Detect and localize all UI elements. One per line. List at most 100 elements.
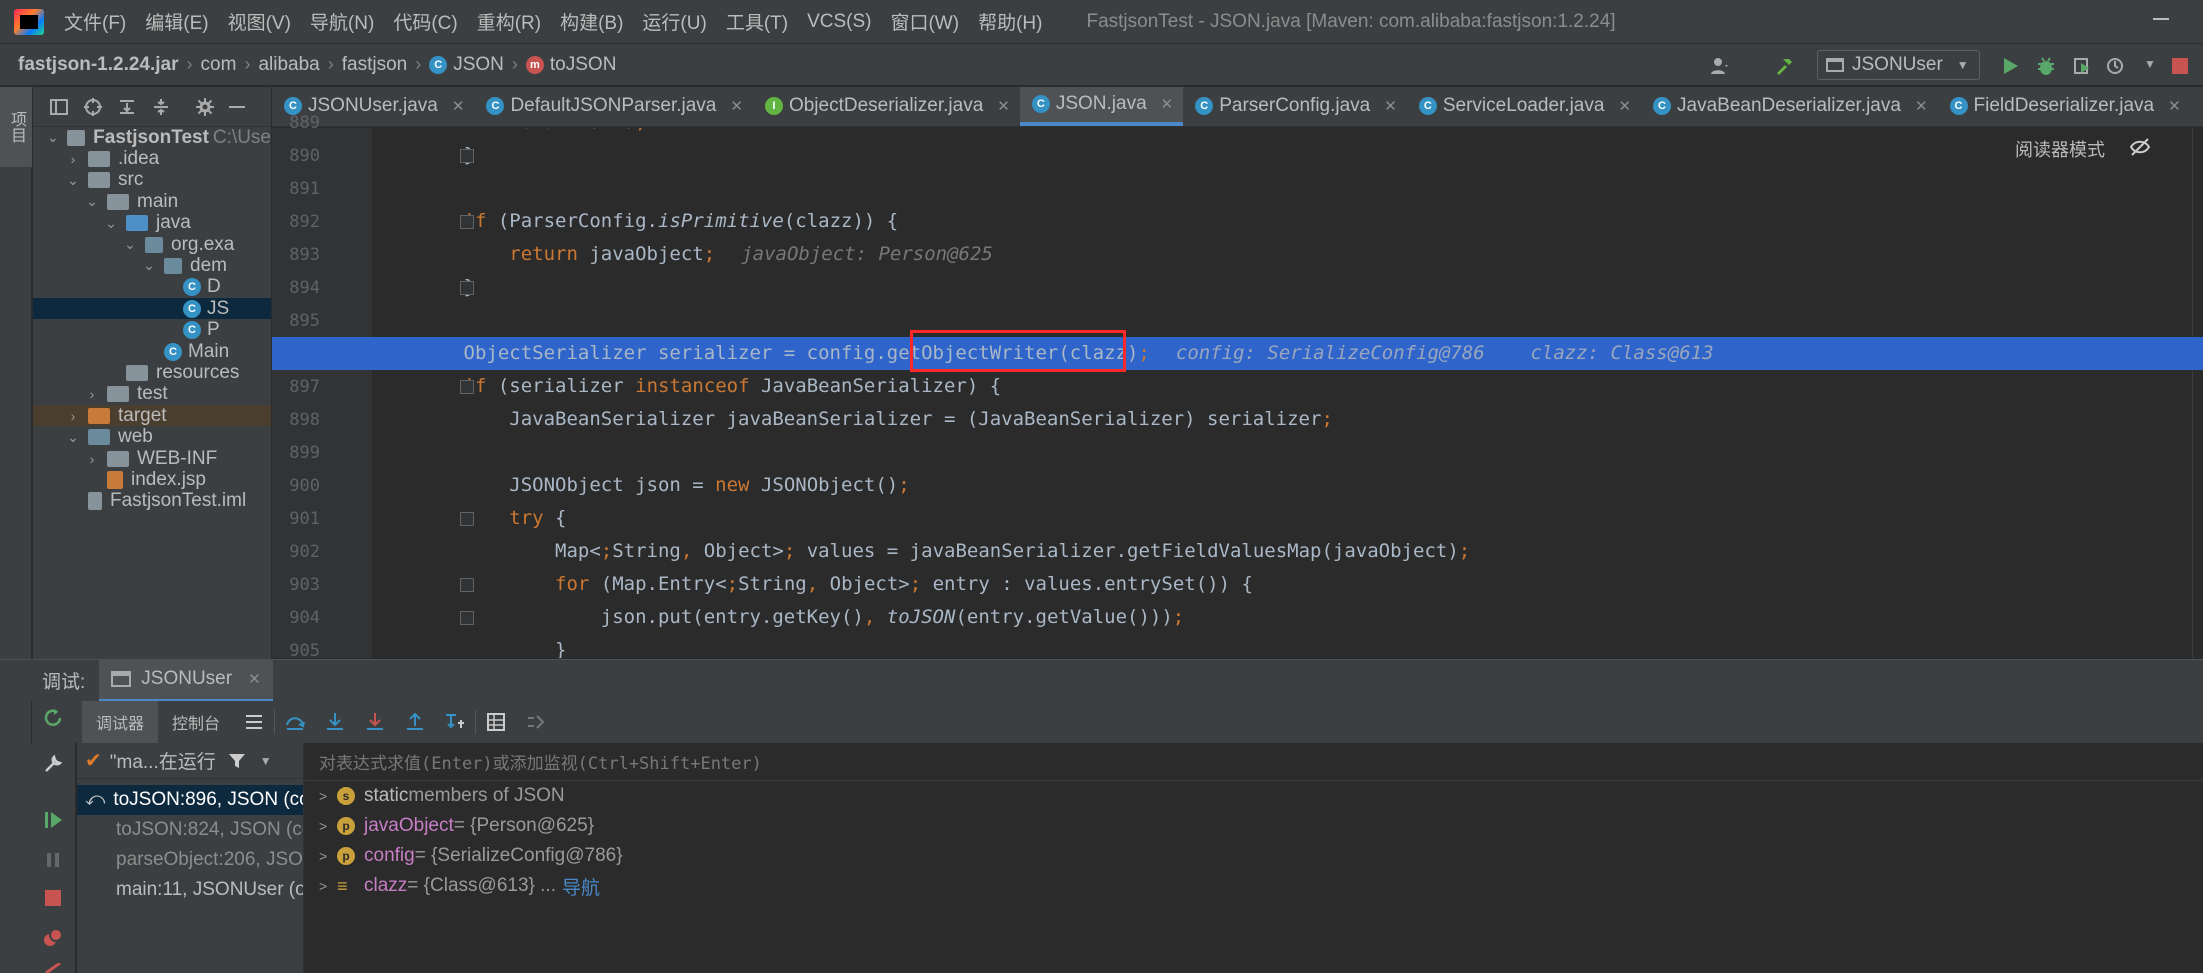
view-breakpoints-icon[interactable] xyxy=(42,927,64,949)
chevron-right-icon[interactable]: › xyxy=(66,408,80,424)
tab-console[interactable]: 控制台 xyxy=(158,701,234,743)
breadcrumb-jar[interactable]: fastjson-1.2.24.jar xyxy=(18,54,179,76)
tree-item[interactable]: C JS xyxy=(33,298,271,320)
tab-debugger[interactable]: 调试器 xyxy=(82,701,159,743)
chevron-down-icon[interactable]: ⌄ xyxy=(66,172,80,189)
stop-icon[interactable] xyxy=(2172,58,2188,74)
profiler-icon[interactable] xyxy=(2106,56,2126,76)
chevron-down-icon[interactable]: ⌄ xyxy=(47,129,59,146)
stack-frame[interactable]: parseObject:206, JSON xyxy=(77,845,303,875)
variable-row[interactable]: > s static members of JSON xyxy=(305,781,2203,811)
tree-item[interactable]: resources xyxy=(33,362,271,383)
variable-row[interactable]: > ≡ clazz = {Class@613} ... 导航 xyxy=(305,871,2203,901)
force-step-into-icon[interactable] xyxy=(364,711,386,733)
tree-item[interactable]: FastjsonTest.iml xyxy=(33,490,271,512)
minimize-icon[interactable] xyxy=(2153,18,2169,20)
chevron-down-icon[interactable]: ⌄ xyxy=(104,215,118,232)
user-icon[interactable] xyxy=(1710,56,1730,76)
chevron-right-icon[interactable]: > xyxy=(319,878,337,894)
fold-marker-icon[interactable] xyxy=(460,578,474,592)
tab-objectdeserializer[interactable]: I ObjectDeserializer.java ✕ xyxy=(753,87,1020,126)
menu-tools[interactable]: 工具(T) xyxy=(726,8,788,35)
tab-defaultjsonparser[interactable]: C DefaultJSONParser.java ✕ xyxy=(474,87,753,126)
tree-item[interactable]: ⌄ java xyxy=(33,212,271,234)
filter-icon[interactable] xyxy=(228,752,246,770)
code-line[interactable]: return arra; xyxy=(372,128,2203,139)
menu-run[interactable]: 运行(U) xyxy=(642,8,706,35)
code-line[interactable]: ObjectSerializer serializer = config.get… xyxy=(372,337,2203,370)
run-to-cursor-icon[interactable] xyxy=(444,711,466,733)
rerun-icon[interactable] xyxy=(42,707,64,729)
tree-item[interactable]: ⌄ org.exa xyxy=(33,234,271,255)
tab-serviceloader[interactable]: C ServiceLoader.java ✕ xyxy=(1407,87,1641,126)
chevron-down-icon[interactable]: ⌄ xyxy=(66,429,80,446)
stack-frame[interactable]: toJSON:824, JSON (co xyxy=(77,815,303,845)
fold-marker-icon[interactable] xyxy=(460,215,474,229)
close-icon[interactable]: ✕ xyxy=(452,97,465,115)
run-icon[interactable] xyxy=(2000,56,2020,76)
code-line[interactable]: try { xyxy=(372,502,2203,535)
chevron-down-icon[interactable]: ⌄ xyxy=(123,236,137,253)
thread-selector[interactable]: ✔ "ma...在运行 ▼ xyxy=(77,743,303,779)
tab-fielddeserializer[interactable]: C FieldDeserializer.java ✕ xyxy=(1938,87,2191,126)
code-line[interactable]: JavaBeanSerializer javaBeanSerializer = … xyxy=(372,403,2203,436)
tree-item[interactable]: CP xyxy=(33,319,271,341)
step-over-icon[interactable] xyxy=(284,711,306,733)
menu-vcs[interactable]: VCS(S) xyxy=(807,11,871,33)
tree-item[interactable]: › target xyxy=(33,405,271,427)
editor-gutter[interactable]: 8898908918928938948958968978988999009019… xyxy=(272,113,372,661)
fold-marker-icon[interactable] xyxy=(460,512,474,526)
close-icon[interactable]: ✕ xyxy=(730,97,743,115)
evaluate-expression-icon[interactable] xyxy=(485,711,507,733)
breadcrumb-alibaba[interactable]: alibaba xyxy=(258,54,319,76)
tree-item[interactable]: › WEB-INF xyxy=(33,448,271,469)
menu-file[interactable]: 文件(F) xyxy=(64,8,126,35)
code-line[interactable]: } xyxy=(372,634,2203,658)
pause-icon[interactable] xyxy=(42,849,64,871)
menu-code[interactable]: 代码(C) xyxy=(393,8,457,35)
tree-item[interactable]: CD xyxy=(33,276,271,298)
gear-icon[interactable] xyxy=(195,97,215,117)
tree-item[interactable]: ⌄ main xyxy=(33,191,271,212)
code-line[interactable]: if (serializer instanceof JavaBeanSerial… xyxy=(372,370,2203,403)
stop-icon[interactable] xyxy=(45,890,61,906)
collapse-all-icon[interactable] xyxy=(151,97,171,117)
close-icon[interactable]: ✕ xyxy=(1161,95,1174,113)
stack-frame[interactable]: main:11, JSONUser (o xyxy=(77,875,303,905)
step-into-icon[interactable] xyxy=(324,711,346,733)
tree-item[interactable]: index.jsp xyxy=(33,469,271,490)
code-line[interactable]: for (Map.Entry<;String, Object>; entry :… xyxy=(372,568,2203,601)
fold-marker-icon[interactable] xyxy=(460,611,474,625)
code-line[interactable] xyxy=(372,172,2203,205)
tree-item[interactable]: ⌄ web xyxy=(33,426,271,448)
breadcrumb-json-class[interactable]: C JSON xyxy=(429,54,504,76)
run-configuration-select[interactable]: JSONUser ▼ xyxy=(1817,50,1980,80)
tab-javabeandeserializer[interactable]: C JavaBeanDeserializer.java ✕ xyxy=(1641,87,1937,126)
chevron-right-icon[interactable]: > xyxy=(319,788,337,804)
menu-lines-icon[interactable] xyxy=(243,711,265,733)
expand-all-icon[interactable] xyxy=(117,97,137,117)
chevron-right-icon[interactable]: › xyxy=(85,386,99,402)
menu-navigate[interactable]: 导航(N) xyxy=(310,8,374,35)
code-editor[interactable]: 阅读器模式 return arra; } if (ParserConfig.is… xyxy=(372,128,2203,658)
code-line[interactable]: return javaObject; javaObject: Person@625 xyxy=(372,238,2203,271)
code-line[interactable]: JSONObject json = new JSONObject(); xyxy=(372,469,2203,502)
chevron-right-icon[interactable]: > xyxy=(319,818,337,834)
mute-breakpoints-icon[interactable] xyxy=(42,963,64,973)
code-line[interactable]: Map<;String, Object>; values = javaBeanS… xyxy=(372,535,2203,568)
tree-item[interactable]: ⌄ FastjsonTest C:\Use xyxy=(33,127,271,148)
variable-row[interactable]: > p javaObject = {Person@625} xyxy=(305,811,2203,841)
fold-marker-icon[interactable] xyxy=(460,149,474,163)
tree-item[interactable]: ⌄ src xyxy=(33,169,271,191)
breadcrumb-com[interactable]: com xyxy=(201,54,237,76)
code-line[interactable]: json.put(entry.getKey(), toJSON(entry.ge… xyxy=(372,601,2203,634)
wrench-icon[interactable] xyxy=(42,753,64,775)
breadcrumb-fastjson[interactable]: fastjson xyxy=(342,54,407,76)
menu-refactor[interactable]: 重构(R) xyxy=(477,8,541,35)
chevron-right-icon[interactable]: › xyxy=(66,151,80,167)
chevron-down-icon[interactable]: ▼ xyxy=(260,754,272,768)
tab-json[interactable]: C JSON.java ✕ xyxy=(1019,87,1184,126)
chevron-right-icon[interactable]: › xyxy=(85,451,99,467)
close-icon[interactable]: ✕ xyxy=(997,97,1010,115)
stack-frame[interactable]: ⤺ toJSON:896, JSON (co xyxy=(77,785,303,815)
